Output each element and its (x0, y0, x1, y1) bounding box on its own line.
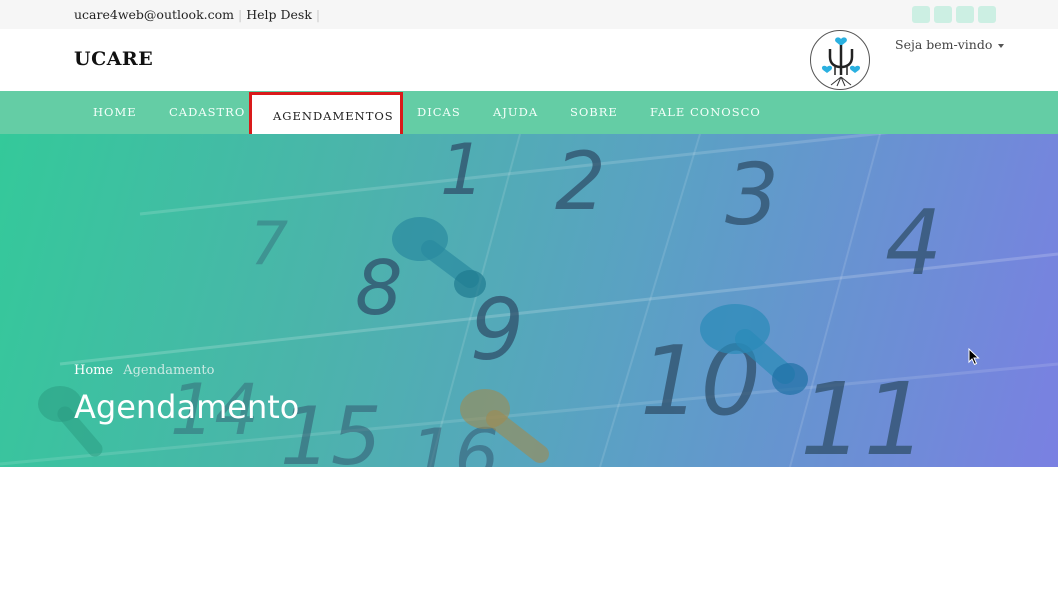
help-desk-link[interactable]: Help Desk (246, 7, 312, 22)
divider: | (238, 7, 243, 22)
site-header: UCARE Seja bem-vindo (0, 29, 1058, 91)
calendar-number: 4 (885, 191, 942, 296)
nav-ajuda[interactable]: AJUDA (493, 91, 538, 134)
calendar-number: 8 (355, 244, 403, 332)
push-pin-icon (392, 217, 486, 298)
nav-fale-conosco[interactable]: FALE CONOSCO (650, 91, 761, 134)
instagram-icon[interactable] (956, 6, 974, 23)
avatar[interactable] (810, 30, 870, 90)
contact-info: ucare4web@outlook.com | Help Desk | (74, 7, 324, 22)
calendar-number: 2 (555, 135, 606, 228)
nav-sobre[interactable]: SOBRE (570, 91, 618, 134)
calendar-number: 1 (440, 134, 485, 211)
linkedin-icon[interactable] (978, 6, 996, 23)
main-nav: HOME CADASTRO AGENDAMENTOS DICAS AJUDA S… (0, 91, 1058, 140)
facebook-icon[interactable] (912, 6, 930, 23)
caret-down-icon (998, 43, 1005, 48)
breadcrumb-home-link[interactable]: Home (74, 363, 113, 378)
welcome-label: Seja bem-vindo (895, 37, 993, 52)
breadcrumb: Home Agendamento (74, 363, 214, 378)
divider: | (315, 7, 321, 22)
social-links (912, 6, 996, 23)
nav-home[interactable]: HOME (93, 91, 137, 134)
brand-logo[interactable]: UCARE (74, 48, 153, 70)
calendar-number: 3 (725, 146, 779, 245)
psi-logo-icon (821, 37, 861, 87)
contact-email-link[interactable]: ucare4web@outlook.com (74, 7, 234, 22)
nav-cadastro[interactable]: CADASTRO (169, 91, 245, 134)
nav-agendamentos[interactable]: AGENDAMENTOS (249, 92, 403, 140)
hero-banner: 1 2 3 4 7 8 9 10 11 14 15 16 Home Agenda… (0, 134, 1058, 467)
calendar-number: 7 (250, 209, 288, 279)
twitter-icon[interactable] (934, 6, 952, 23)
nav-dicas[interactable]: DICAS (417, 91, 461, 134)
welcome-dropdown[interactable]: Seja bem-vindo (895, 37, 1005, 52)
breadcrumb-current: Agendamento (123, 363, 215, 378)
page-title: Agendamento (74, 388, 300, 426)
calendar-number: 11 (800, 361, 927, 467)
mouse-cursor-icon (968, 348, 980, 366)
top-bar: ucare4web@outlook.com | Help Desk | (0, 0, 1058, 29)
